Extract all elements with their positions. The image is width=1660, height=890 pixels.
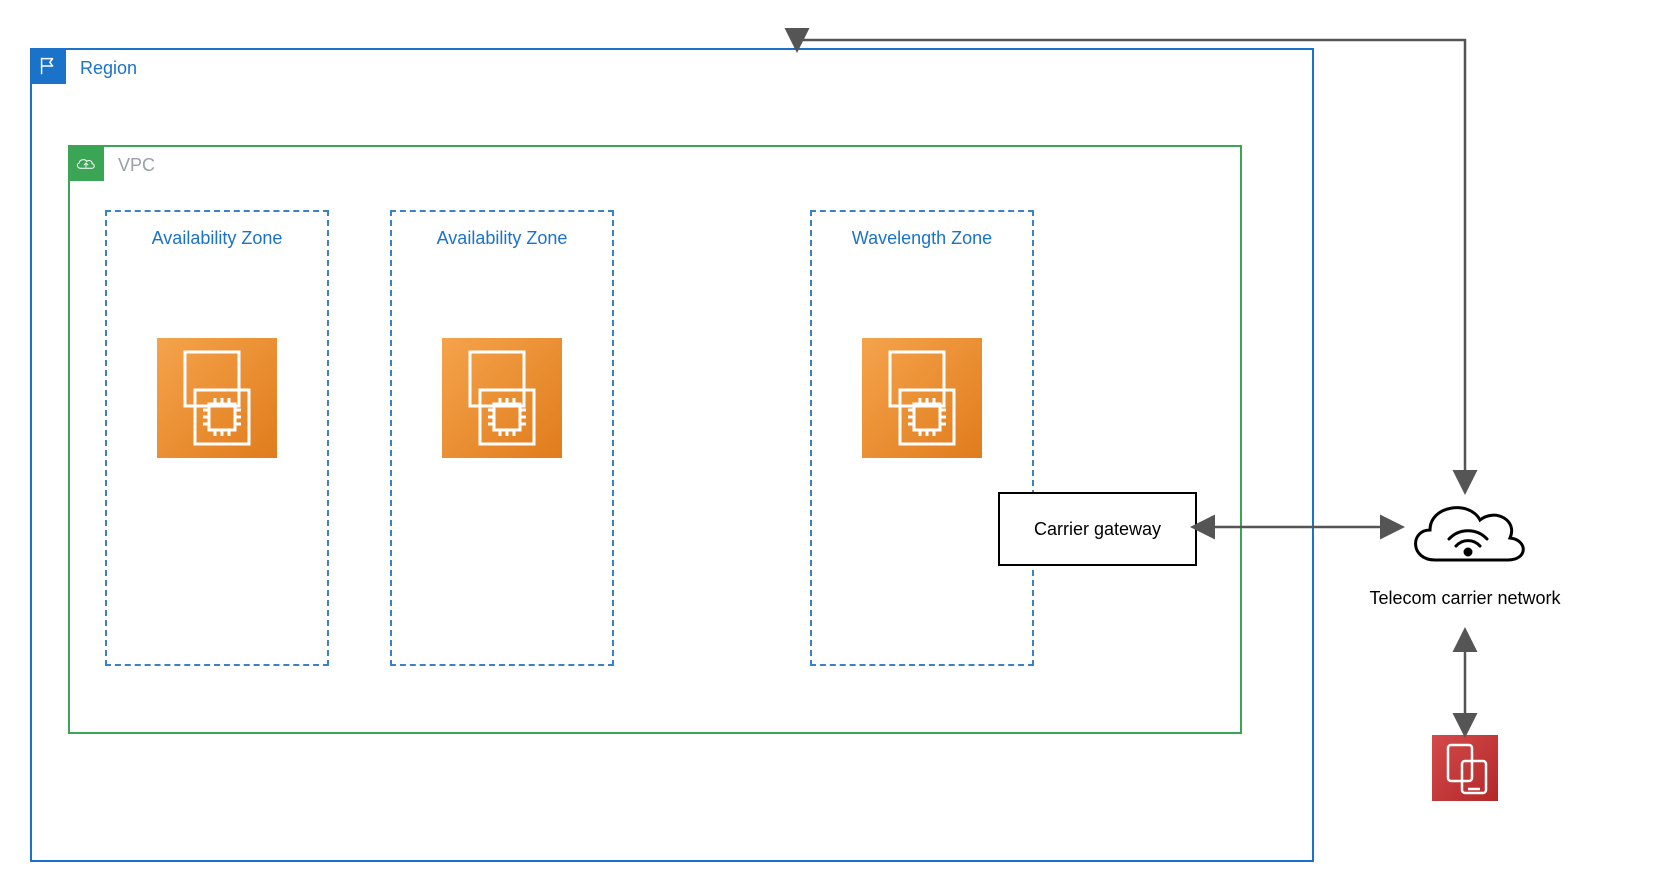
carrier-gateway-label: Carrier gateway (1034, 519, 1161, 540)
carrier-gateway-box: Carrier gateway (998, 492, 1197, 566)
availability-zone-1: Availability Zone (105, 210, 329, 666)
region-flag-icon (30, 48, 66, 84)
vpc-cloud-icon (68, 145, 104, 181)
wavelength-zone: Wavelength Zone (810, 210, 1034, 666)
telecom-cloud-icon (1400, 490, 1530, 580)
ec2-instance-icon (442, 338, 562, 458)
az2-label: Availability Zone (392, 228, 612, 249)
az1-label: Availability Zone (107, 228, 327, 249)
region-label: Region (80, 58, 137, 79)
mobile-client-icon (1432, 735, 1498, 801)
wz-label: Wavelength Zone (812, 228, 1032, 249)
ec2-instance-icon (862, 338, 982, 458)
ec2-instance-icon (157, 338, 277, 458)
vpc-label: VPC (118, 155, 155, 176)
availability-zone-2: Availability Zone (390, 210, 614, 666)
telecom-label: Telecom carrier network (1335, 588, 1595, 609)
